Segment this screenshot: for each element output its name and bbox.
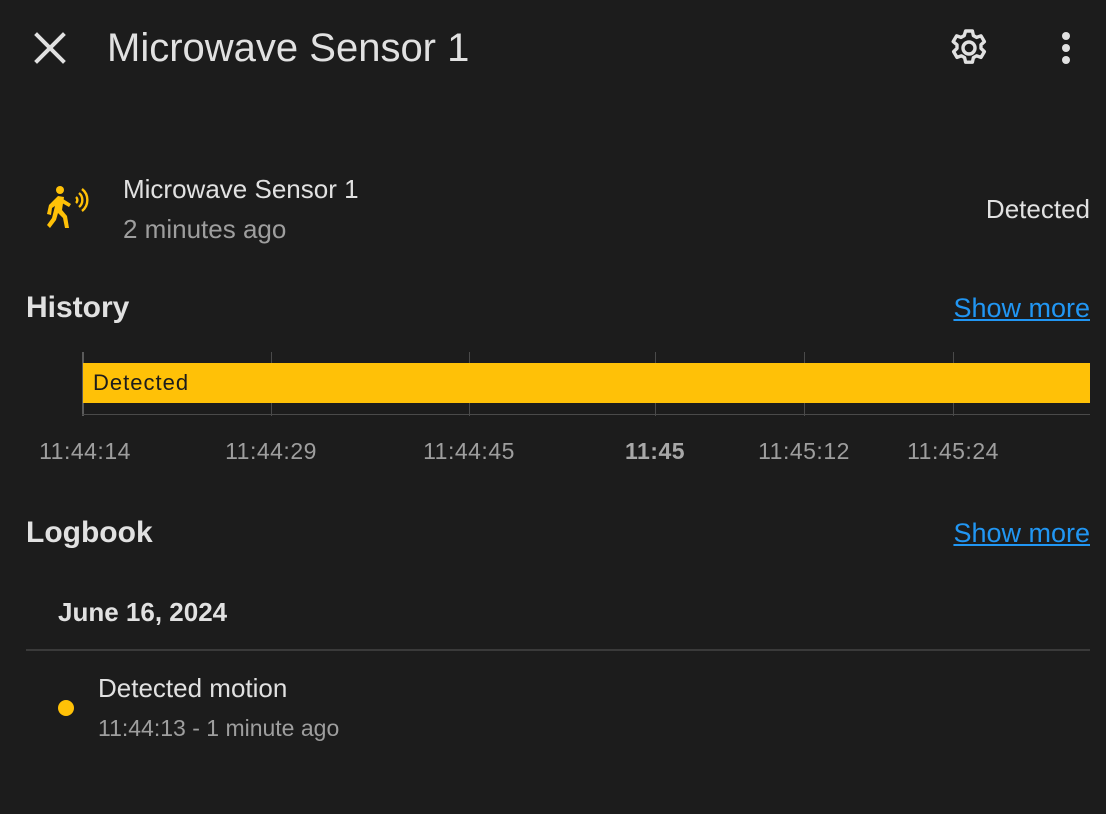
logbook-show-more-link[interactable]: Show more: [953, 513, 1090, 553]
tick-label: 11:45: [624, 438, 686, 464]
entity-name: Microwave Sensor 1: [123, 174, 359, 204]
divider: [26, 649, 1090, 651]
dialog-title: Microwave Sensor 1: [107, 26, 470, 70]
logbook-entry-message: Detected motion: [98, 673, 288, 703]
entity-row[interactable]: Microwave Sensor 1 2 minutes ago Detecte…: [26, 168, 1090, 248]
history-show-more-link[interactable]: Show more: [953, 288, 1090, 328]
state-bar-detected[interactable]: Detected: [83, 363, 1090, 403]
more-options-button[interactable]: [1042, 24, 1090, 72]
settings-button[interactable]: [945, 24, 993, 72]
more-vertical-icon: [1062, 32, 1070, 64]
motion-sensor-icon: [42, 184, 90, 232]
tick-label: 11:45:24: [907, 438, 999, 464]
state-bar-label: Detected: [93, 370, 190, 395]
history-timeline[interactable]: Detected 11:44:14 11:44:29 11:44:45 11:4…: [26, 350, 1090, 470]
entity-last-changed: 2 minutes ago: [123, 214, 287, 244]
close-button[interactable]: [26, 24, 74, 72]
tick-label: 11:45:12: [758, 438, 850, 464]
history-title: History: [26, 291, 130, 324]
state-dot-icon: [58, 700, 74, 716]
close-icon: [34, 32, 66, 64]
logbook-entry-time[interactable]: 11:44:13 - 1 minute ago: [98, 712, 339, 744]
dialog-header: Microwave Sensor 1: [0, 0, 1106, 100]
more-info-dialog: Microwave Sensor 1 Microwave Sensor 1 2 …: [0, 0, 1106, 814]
entity-state: Detected: [985, 194, 1090, 224]
logbook-title: Logbook: [26, 516, 153, 549]
x-axis: [82, 414, 1090, 415]
tick-label: 11:44:45: [423, 438, 515, 464]
logbook-date: June 16, 2024: [58, 597, 228, 627]
gear-icon: [951, 29, 987, 64]
tick-label: 11:44:29: [225, 438, 317, 464]
tick-label: 11:44:14: [39, 438, 131, 464]
